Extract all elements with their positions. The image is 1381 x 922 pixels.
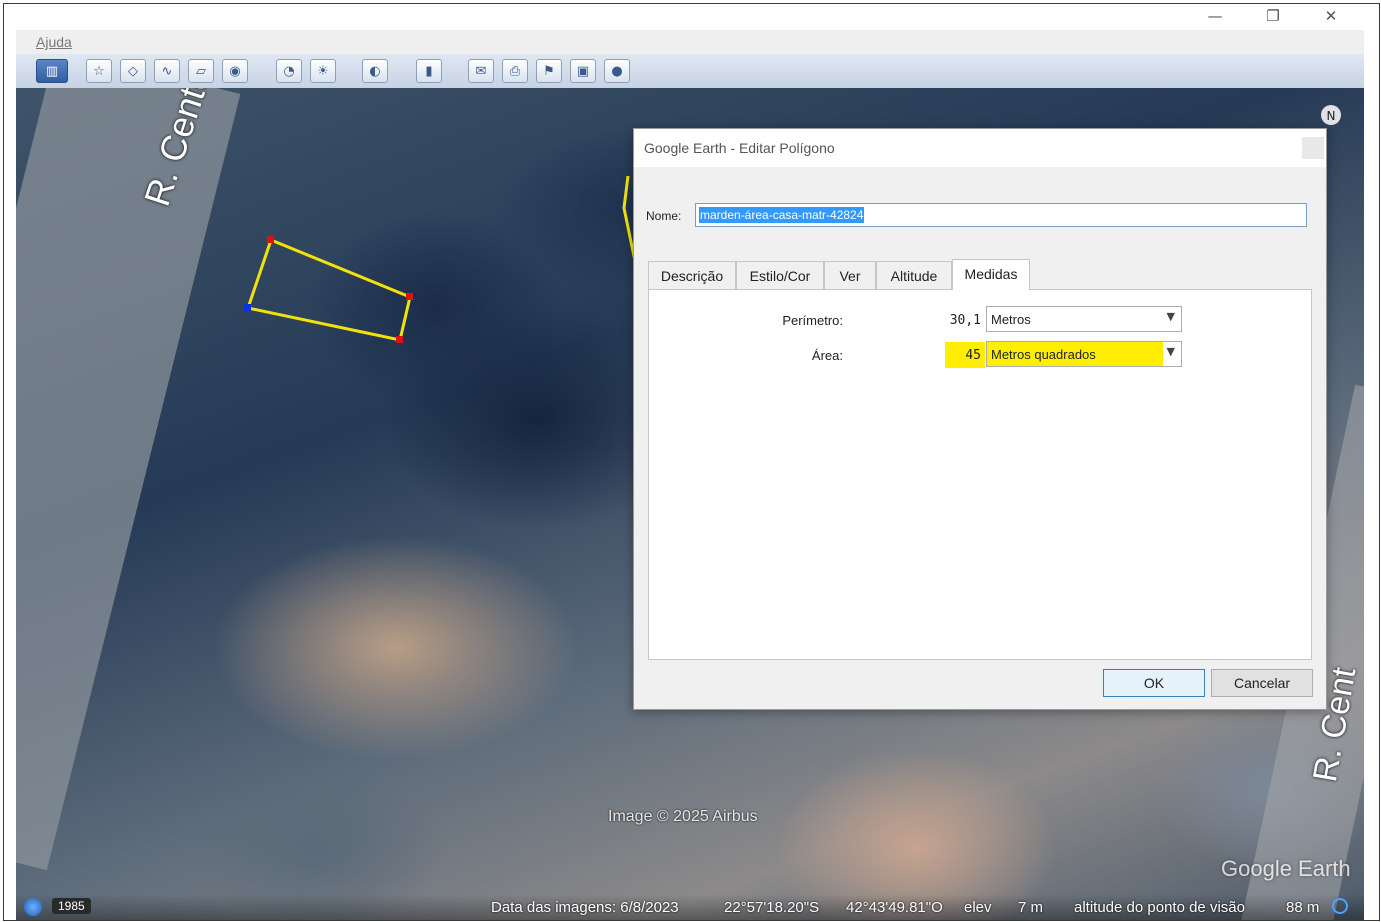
overlay-icon: ▱ bbox=[196, 64, 206, 79]
dialog-title: Google Earth - Editar Polígono bbox=[644, 140, 835, 156]
view-in-maps-button[interactable]: ⚑ bbox=[536, 59, 562, 83]
dialog-close-button[interactable] bbox=[1302, 137, 1324, 159]
name-input[interactable]: marden-área-casa-matr-42824 bbox=[695, 203, 1307, 227]
area-label: Área: bbox=[811, 348, 843, 363]
ruler-icon: ▮ bbox=[425, 64, 433, 79]
record-tour-button[interactable]: ◉ bbox=[222, 59, 248, 83]
longitude-readout: 42°43'49.81"O bbox=[846, 899, 943, 916]
planet-icon: ◐ bbox=[369, 64, 381, 79]
name-input-value: marden-área-casa-matr-42824 bbox=[699, 207, 865, 223]
status-bar: 1985 Data das imagens: 6/8/2023 22°57'18… bbox=[16, 894, 1364, 920]
sun-icon: ☀ bbox=[317, 64, 329, 79]
tab-view[interactable]: Ver bbox=[824, 261, 876, 289]
polygon-vertex bbox=[406, 293, 413, 300]
perimeter-unit-select[interactable]: Metros ▼ bbox=[986, 306, 1182, 332]
menu-help[interactable]: Ajuda bbox=[36, 34, 72, 50]
menu-bar: Ajuda bbox=[16, 30, 1364, 54]
chevron-down-icon: ▼ bbox=[1166, 310, 1175, 323]
polygon-vertex bbox=[267, 236, 274, 243]
streaming-icon bbox=[1332, 898, 1348, 914]
historical-imagery-icon[interactable] bbox=[24, 898, 42, 916]
add-polygon-button[interactable]: ◇ bbox=[120, 59, 146, 83]
imagery-credit: Image © 2025 Airbus bbox=[608, 808, 758, 825]
planets-button[interactable]: ◐ bbox=[362, 59, 388, 83]
perimeter-label: Perímetro: bbox=[782, 313, 843, 328]
envelope-icon: ✉ bbox=[475, 64, 487, 79]
polygon-vertex bbox=[396, 336, 403, 343]
compass-north-label: N bbox=[1327, 109, 1336, 123]
clock-icon: ◔ bbox=[283, 64, 295, 79]
minimize-button[interactable]: — bbox=[1192, 4, 1238, 30]
image-icon: ▣ bbox=[576, 64, 590, 79]
tab-altitude[interactable]: Altitude bbox=[876, 261, 952, 289]
imagery-year-badge[interactable]: 1985 bbox=[52, 898, 91, 914]
compass-control[interactable]: N bbox=[1316, 100, 1346, 130]
add-overlay-button[interactable]: ▱ bbox=[188, 59, 214, 83]
printer-icon: ⎙ bbox=[509, 64, 521, 79]
close-button[interactable]: ✕ bbox=[1308, 4, 1354, 30]
tab-measurements[interactable]: Medidas bbox=[952, 259, 1030, 290]
toolbar: ▥ ☆ ◇ ∿ ▱ ◉ ◔ ☀ ◐ ▮ ✉ ⎙ ⚑ ▣ ● bbox=[16, 54, 1364, 89]
edit-polygon-dialog: Google Earth - Editar Polígono Nome: mar… bbox=[633, 128, 1327, 710]
polygon-vertex-selected bbox=[244, 304, 251, 311]
title-bar: — ❐ ✕ bbox=[4, 4, 1379, 30]
eye-altitude-label: altitude do ponto de visão bbox=[1074, 899, 1245, 916]
email-button[interactable]: ✉ bbox=[468, 59, 494, 83]
sunlight-button[interactable]: ☀ bbox=[310, 59, 336, 83]
cancel-button[interactable]: Cancelar bbox=[1211, 669, 1313, 697]
area-value: 45 bbox=[965, 348, 981, 363]
measured-polygon bbox=[246, 238, 412, 342]
ok-button[interactable]: OK bbox=[1103, 669, 1205, 697]
elevation-label: elev bbox=[964, 899, 992, 916]
pushpin-icon: ☆ bbox=[93, 64, 105, 79]
camera-icon: ◉ bbox=[229, 64, 241, 79]
save-image-button[interactable]: ▣ bbox=[570, 59, 596, 83]
perimeter-unit-value: Metros bbox=[991, 312, 1031, 327]
add-path-button[interactable]: ∿ bbox=[154, 59, 180, 83]
imagery-date: Data das imagens: 6/8/2023 bbox=[491, 899, 679, 916]
ruler-button[interactable]: ▮ bbox=[416, 59, 442, 83]
google-earth-logo: Google Earth bbox=[1221, 856, 1351, 881]
eye-altitude-value: 88 m bbox=[1286, 899, 1320, 916]
earth-button[interactable]: ● bbox=[604, 59, 630, 83]
area-unit-value: Metros quadrados bbox=[991, 347, 1096, 362]
name-label: Nome: bbox=[646, 209, 682, 223]
chevron-down-icon: ▼ bbox=[1166, 345, 1175, 358]
historical-imagery-button[interactable]: ◔ bbox=[276, 59, 302, 83]
print-button[interactable]: ⎙ bbox=[502, 59, 528, 83]
sidebar-icon: ▥ bbox=[45, 64, 59, 79]
area-unit-select[interactable]: Metros quadrados ▼ bbox=[986, 341, 1182, 367]
add-placemark-button[interactable]: ☆ bbox=[86, 59, 112, 83]
measurements-panel: Perímetro: 30,1 Metros ▼ Área: 45 Metros… bbox=[648, 289, 1312, 660]
tab-description[interactable]: Descrição bbox=[648, 261, 736, 289]
path-icon: ∿ bbox=[161, 64, 173, 79]
perimeter-value: 30,1 bbox=[949, 313, 981, 328]
sidebar-toggle-button[interactable]: ▥ bbox=[36, 59, 68, 83]
map-icon: ⚑ bbox=[543, 64, 555, 79]
polygon-icon: ◇ bbox=[128, 64, 138, 79]
latitude-readout: 22°57'18.20"S bbox=[724, 899, 820, 916]
tab-style-color[interactable]: Estilo/Cor bbox=[736, 261, 824, 289]
dialog-title-bar[interactable]: Google Earth - Editar Polígono bbox=[634, 129, 1326, 167]
elevation-value: 7 m bbox=[1018, 899, 1044, 916]
globe-icon: ● bbox=[611, 64, 623, 79]
restore-button[interactable]: ❐ bbox=[1250, 4, 1296, 30]
